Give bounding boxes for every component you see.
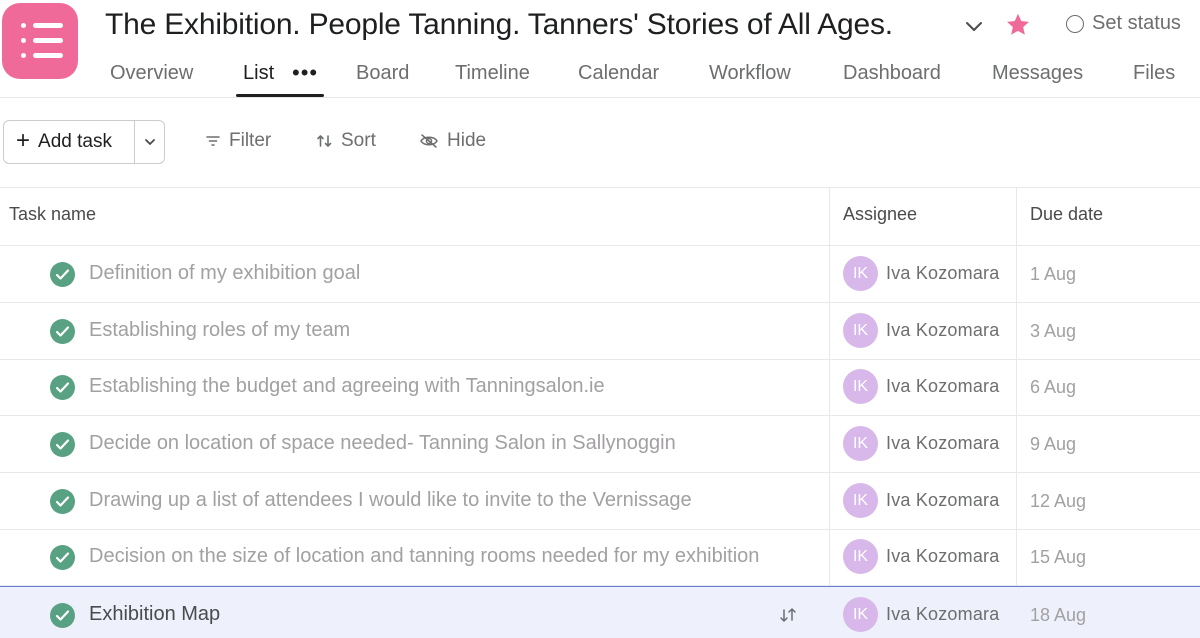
project-tabs: Overview List Board Timeline Calendar Wo… (0, 58, 1200, 98)
completed-check-icon[interactable] (50, 432, 75, 457)
task-name[interactable]: Establishing the budget and agreeing wit… (89, 375, 759, 398)
due-date[interactable]: 1 Aug (1030, 264, 1076, 285)
tab-list[interactable]: List (243, 62, 274, 85)
column-header-due-date[interactable]: Due date (1030, 204, 1103, 225)
due-date[interactable]: 9 Aug (1030, 434, 1076, 455)
add-task-dropdown-button[interactable] (135, 121, 164, 163)
due-date[interactable]: 12 Aug (1030, 491, 1086, 512)
task-name[interactable]: Decide on location of space needed- Tann… (89, 432, 759, 455)
assignee-name[interactable]: Iva Kozomara (886, 490, 999, 511)
add-task-button[interactable]: + Add task (4, 121, 134, 163)
sort-icon (317, 135, 332, 147)
completed-check-icon[interactable] (50, 489, 75, 514)
tab-files[interactable]: Files (1133, 62, 1175, 85)
tab-overview[interactable]: Overview (110, 62, 193, 85)
avatar[interactable]: IK (843, 597, 878, 632)
hide-button[interactable]: Hide (419, 130, 486, 152)
assignee-name[interactable]: Iva Kozomara (886, 320, 999, 341)
tab-dashboard[interactable]: Dashboard (843, 62, 941, 85)
filter-label: Filter (229, 130, 272, 151)
completed-check-icon[interactable] (50, 603, 75, 628)
task-name[interactable]: Establishing roles of my team (89, 319, 759, 342)
assignee-name[interactable]: Iva Kozomara (886, 376, 999, 397)
table-row[interactable]: Decision on the size of location and tan… (0, 529, 1200, 586)
sort-label: Sort (341, 130, 376, 151)
add-task-label: Add task (38, 131, 112, 152)
completed-check-icon[interactable] (50, 262, 75, 287)
hide-label: Hide (447, 130, 487, 151)
chevron-down-icon (144, 139, 155, 145)
table-row[interactable]: Decide on location of space needed- Tann… (0, 416, 1200, 473)
status-circle-icon (1066, 14, 1084, 33)
set-status-button[interactable]: Set status (1066, 12, 1181, 35)
avatar[interactable]: IK (843, 369, 878, 404)
due-date[interactable]: 18 Aug (1030, 605, 1086, 626)
due-date[interactable]: 15 Aug (1030, 547, 1086, 568)
filter-button[interactable]: Filter (205, 130, 271, 152)
task-name[interactable]: Decision on the size of location and tan… (89, 545, 759, 568)
due-date[interactable]: 6 Aug (1030, 377, 1076, 398)
table-row[interactable]: Exhibition Map IK Iva Kozomara 18 Aug (0, 586, 1200, 638)
tab-workflow[interactable]: Workflow (709, 62, 791, 85)
avatar[interactable]: IK (843, 483, 878, 518)
tab-board[interactable]: Board (356, 62, 409, 85)
table-row[interactable]: Definition of my exhibition goal IK Iva Ko… (0, 246, 1200, 303)
completed-check-icon[interactable] (50, 319, 75, 344)
assignee-name[interactable]: Iva Kozomara (886, 604, 999, 625)
table-row[interactable]: Establishing roles of my team IK Iva Kozom… (0, 303, 1200, 360)
avatar[interactable]: IK (843, 313, 878, 348)
project-title[interactable]: The Exhibition. People Tanning. Tanners'… (105, 8, 893, 42)
task-name[interactable]: Exhibition Map (89, 603, 759, 626)
plus-icon: + (16, 127, 31, 154)
set-status-label: Set status (1092, 12, 1181, 34)
sort-button[interactable]: Sort (316, 130, 376, 152)
due-date[interactable]: 3 Aug (1030, 321, 1076, 342)
assignee-name[interactable]: Iva Kozomara (886, 263, 999, 284)
completed-check-icon[interactable] (50, 375, 75, 400)
favorite-star-icon[interactable] (1004, 11, 1032, 39)
eye-off-icon (420, 134, 438, 148)
avatar[interactable]: IK (843, 256, 878, 291)
tab-timeline[interactable]: Timeline (455, 62, 530, 85)
column-header-assignee[interactable]: Assignee (843, 204, 917, 225)
assignee-name[interactable]: Iva Kozomara (886, 546, 999, 567)
chevron-down-icon[interactable] (962, 14, 986, 38)
avatar[interactable]: IK (843, 426, 878, 461)
column-header-task-name[interactable]: Task name (9, 204, 96, 225)
tab-more-options-icon[interactable]: ••• (292, 60, 318, 86)
task-name[interactable]: Definition of my exhibition goal (89, 262, 759, 285)
header-divider (0, 97, 1200, 98)
completed-check-icon[interactable] (50, 545, 75, 570)
tab-calendar[interactable]: Calendar (578, 62, 659, 85)
drag-sort-icon[interactable] (778, 606, 798, 629)
table-row[interactable]: Drawing up a list of attendees I would l… (0, 473, 1200, 530)
filter-icon (206, 136, 220, 146)
toolbar-divider (0, 187, 1200, 188)
tab-messages[interactable]: Messages (992, 62, 1083, 85)
add-task-split-button: + Add task (3, 120, 165, 164)
assignee-name[interactable]: Iva Kozomara (886, 433, 999, 454)
avatar[interactable]: IK (843, 539, 878, 574)
task-name[interactable]: Drawing up a list of attendees I would l… (89, 489, 759, 512)
table-row[interactable]: Establishing the budget and agreeing wit… (0, 359, 1200, 416)
